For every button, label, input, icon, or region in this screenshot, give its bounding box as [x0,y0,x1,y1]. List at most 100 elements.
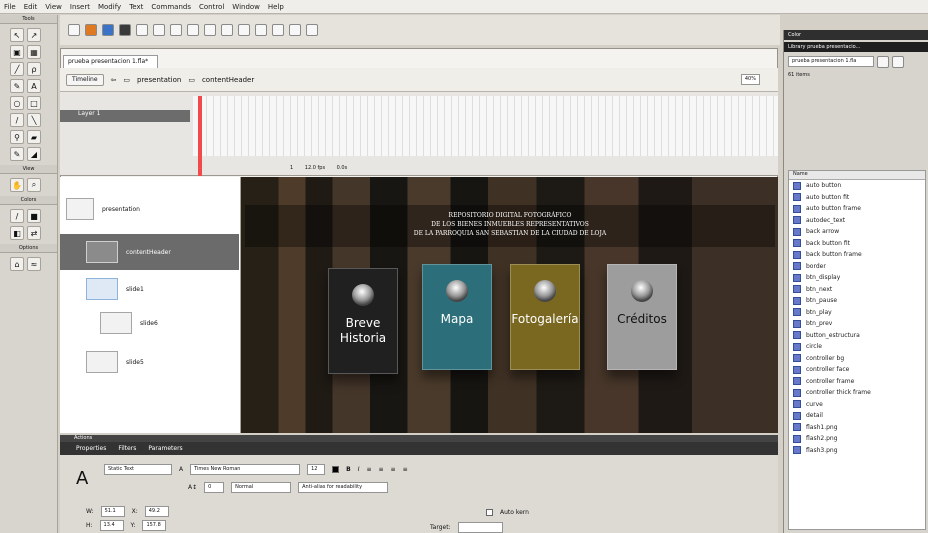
fill-color-icon[interactable]: ■ [27,209,41,223]
snap-icon[interactable]: ⌂ [10,257,24,271]
align-left-icon[interactable]: ≡ [366,466,371,473]
library-item[interactable]: controller face [789,364,925,376]
cut-icon[interactable] [136,24,148,36]
swap-colors-icon[interactable]: ⇄ [27,226,41,240]
redo-icon[interactable] [204,24,216,36]
library-item[interactable]: btn_display [789,272,925,284]
menu-item-control[interactable]: Control [195,3,228,11]
card-breve-historia[interactable]: Breve Historia [328,268,398,374]
undo-icon[interactable] [187,24,199,36]
library-item[interactable]: btn_pause [789,295,925,307]
library-item[interactable]: btn_next [789,284,925,296]
color-panel-tab[interactable]: Color [784,30,928,40]
library-item[interactable]: auto button frame [789,203,925,215]
y-field[interactable]: 157.8 [142,519,167,531]
library-item[interactable]: auto button fit [789,192,925,204]
timeline-button[interactable]: Timeline [66,73,104,86]
actions-bar[interactable]: Actions [60,435,778,442]
timeline-frames[interactable] [193,96,778,156]
library-item[interactable]: detail [789,410,925,422]
bucket-icon[interactable]: ▰ [27,130,41,144]
breadcrumb-contentheader[interactable]: contentHeader [202,76,254,84]
library-item[interactable]: auto button [789,180,925,192]
menu-item-commands[interactable]: Commands [147,3,195,11]
straighten-icon[interactable] [255,24,267,36]
line-icon[interactable]: ╱ [10,62,24,76]
save-icon[interactable] [102,24,114,36]
pen-icon[interactable]: ✎ [10,79,24,93]
rotate-icon[interactable] [272,24,284,36]
library-item[interactable]: flash3.png [789,445,925,457]
paste-icon[interactable] [170,24,182,36]
target-select[interactable] [457,521,503,533]
open-icon[interactable] [85,24,97,36]
library-item[interactable]: flash1.png [789,422,925,434]
library-item[interactable]: autodec_text [789,215,925,227]
auto-kern-checkbox[interactable] [486,508,493,516]
tree-item-presentation[interactable]: presentation [66,198,140,220]
tab-parameters[interactable]: Parameters [148,445,182,452]
letter-spacing-field[interactable]: 0 [204,481,225,493]
justify-icon[interactable]: ≡ [403,466,408,473]
snap-toolbar-icon[interactable] [221,24,233,36]
library-item[interactable]: btn_play [789,307,925,319]
library-item[interactable]: controller frame [789,376,925,388]
free-transform-icon[interactable]: ▣ [10,45,24,59]
tree-item-slide5[interactable]: slide5 [86,351,144,373]
width-field[interactable]: 51.1 [100,505,125,517]
document-tab[interactable]: prueba presentacion 1.fla* [63,55,158,68]
stroke-color-icon[interactable]: / [10,209,24,223]
pencil-icon[interactable]: / [10,113,24,127]
rectangle-icon[interactable]: □ [27,96,41,110]
bold-icon[interactable]: B [346,466,351,473]
library-item[interactable]: controller bg [789,353,925,365]
library-dropdown[interactable]: prueba presentacion 1.fla [788,56,874,67]
format-select[interactable]: Normal [231,481,292,493]
subselect-icon[interactable]: ↗ [27,28,41,42]
library-item[interactable]: btn_prev [789,318,925,330]
menu-item-text[interactable]: Text [125,3,147,11]
align-center-icon[interactable]: ≡ [379,466,384,473]
tab-filters[interactable]: Filters [118,445,136,452]
hand-icon[interactable]: ✋ [10,178,24,192]
playhead[interactable] [198,96,202,176]
menu-item-file[interactable]: File [0,3,20,11]
menu-item-window[interactable]: Window [228,3,264,11]
text-color-swatch[interactable] [332,465,340,473]
copy-icon[interactable] [153,24,165,36]
new-icon[interactable] [68,24,80,36]
font-size-field[interactable]: 12 [307,463,326,475]
menu-item-view[interactable]: View [41,3,66,11]
gradient-icon[interactable]: ▦ [27,45,41,59]
library-item[interactable]: button_estructura [789,330,925,342]
tree-item-slide1[interactable]: slide1 [86,278,144,300]
black-white-icon[interactable]: ◧ [10,226,24,240]
back-arrow-icon[interactable]: ⇦ [111,76,117,84]
zoom-icon[interactable]: ⌕ [27,178,41,192]
pin-icon[interactable] [877,56,889,68]
card-creditos[interactable]: Créditos [607,264,677,370]
library-item[interactable]: back arrow [789,226,925,238]
text-icon[interactable]: A [27,79,41,93]
library-item[interactable]: border [789,261,925,273]
tree-item-contentheader[interactable]: contentHeader [60,234,239,270]
align-icon[interactable] [306,24,318,36]
library-item[interactable]: curve [789,399,925,411]
smooth-toolbar-icon[interactable] [238,24,250,36]
selection-icon[interactable]: ↖ [10,28,24,42]
brush-icon[interactable]: ╲ [27,113,41,127]
lasso-icon[interactable]: ρ [27,62,41,76]
align-right-icon[interactable]: ≡ [391,466,396,473]
menu-item-insert[interactable]: Insert [66,3,94,11]
library-item[interactable]: controller thick frame [789,387,925,399]
height-field[interactable]: 13.4 [99,519,124,531]
card-fotogaleria[interactable]: Fotogalería [510,264,580,370]
anti-alias-select[interactable]: Anti-alias for readability [298,481,389,493]
zoom-field[interactable]: 40% [740,74,760,85]
oval-icon[interactable]: ○ [10,96,24,110]
library-item[interactable]: flash2.png [789,433,925,445]
scale-icon[interactable] [289,24,301,36]
print-icon[interactable] [119,24,131,36]
tab-properties[interactable]: Properties [76,445,106,452]
menu-item-help[interactable]: Help [264,3,288,11]
